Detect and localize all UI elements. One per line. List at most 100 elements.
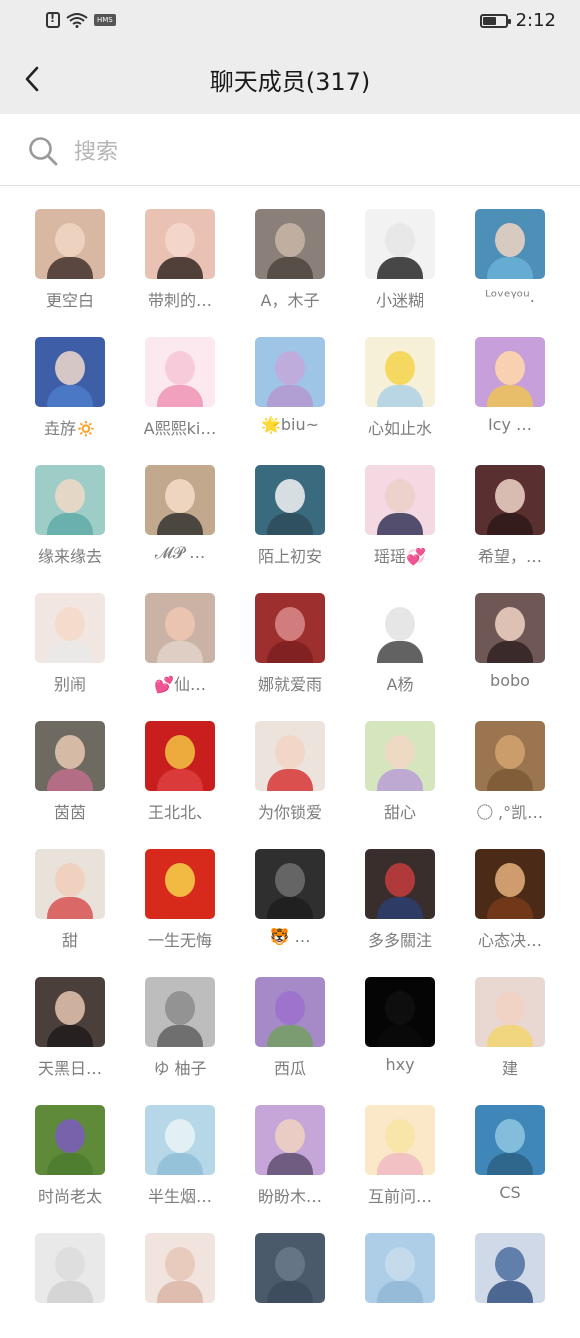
member-item[interactable]: 希望，… xyxy=(455,442,565,566)
avatar[interactable] xyxy=(35,849,105,919)
member-item[interactable]: 别闹 xyxy=(15,570,125,694)
avatar[interactable] xyxy=(35,977,105,1047)
member-item[interactable]: 瑶瑶💞 xyxy=(345,442,455,566)
search-input[interactable] xyxy=(72,134,556,170)
member-item[interactable]: 缘来缘去 xyxy=(15,442,125,566)
member-item[interactable]: 带刺的… xyxy=(125,186,235,310)
member-item[interactable]: 茵茵 xyxy=(15,698,125,822)
member-item[interactable]: 互前问… xyxy=(345,1082,455,1206)
member-item[interactable]: 🐯 … xyxy=(235,826,345,946)
avatar-figure xyxy=(267,1153,313,1175)
member-item[interactable]: 盼盼木… xyxy=(235,1082,345,1206)
avatar[interactable] xyxy=(145,593,215,663)
member-item[interactable]: 王北北、 xyxy=(125,698,235,822)
member-item[interactable]: 时尚老太 xyxy=(15,1082,125,1206)
member-item[interactable]: 心如止水 xyxy=(345,314,455,438)
avatar[interactable] xyxy=(475,1233,545,1303)
avatar-figure xyxy=(495,351,525,385)
member-item[interactable]: ゆ 柚子 xyxy=(125,954,235,1078)
member-item[interactable]: 娜就爱雨 xyxy=(235,570,345,694)
avatar[interactable] xyxy=(365,1233,435,1303)
avatar[interactable] xyxy=(255,465,325,535)
avatar[interactable] xyxy=(35,337,105,407)
avatar[interactable] xyxy=(365,977,435,1047)
member-item[interactable]: ᴸᵒᵛᵉᵞᵒᵘ. xyxy=(455,186,565,306)
avatar[interactable] xyxy=(35,465,105,535)
avatar[interactable] xyxy=(365,337,435,407)
avatar[interactable] xyxy=(145,977,215,1047)
avatar[interactable] xyxy=(255,209,325,279)
member-item[interactable] xyxy=(15,1210,125,1330)
avatar[interactable] xyxy=(145,721,215,791)
member-item[interactable]: 西瓜 xyxy=(235,954,345,1078)
avatar[interactable] xyxy=(35,593,105,663)
avatar[interactable] xyxy=(475,721,545,791)
member-item[interactable]: ◌⃝ ,°凯… xyxy=(455,698,565,822)
avatar[interactable] xyxy=(255,721,325,791)
avatar[interactable] xyxy=(255,593,325,663)
member-item[interactable]: A熙熙ki… xyxy=(125,314,235,438)
member-item[interactable]: A杨 xyxy=(345,570,455,694)
avatar[interactable] xyxy=(145,209,215,279)
member-item[interactable]: 💕仙… xyxy=(125,570,235,694)
avatar[interactable] xyxy=(145,465,215,535)
avatar[interactable] xyxy=(365,593,435,663)
avatar[interactable] xyxy=(255,337,325,407)
member-item[interactable]: 半生烟… xyxy=(125,1082,235,1206)
avatar[interactable] xyxy=(365,849,435,919)
member-item[interactable] xyxy=(455,1210,565,1330)
member-item[interactable]: hxy xyxy=(345,954,455,1074)
member-item[interactable]: CS xyxy=(455,1082,565,1202)
member-item[interactable]: 陌上初安 xyxy=(235,442,345,566)
avatar[interactable] xyxy=(365,209,435,279)
member-item[interactable]: 一生无悔 xyxy=(125,826,235,950)
member-item[interactable] xyxy=(345,1210,455,1330)
avatar[interactable] xyxy=(365,721,435,791)
avatar[interactable] xyxy=(365,465,435,535)
avatar[interactable] xyxy=(35,209,105,279)
member-item[interactable]: 天黑日… xyxy=(15,954,125,1078)
avatar[interactable] xyxy=(145,337,215,407)
member-item[interactable]: 🌟biu~ xyxy=(235,314,345,434)
avatar[interactable] xyxy=(475,209,545,279)
wifi-icon xyxy=(66,13,88,28)
member-item[interactable] xyxy=(235,1210,345,1330)
member-item[interactable]: 𝓜𝓟 … xyxy=(125,442,235,562)
avatar[interactable] xyxy=(255,1105,325,1175)
avatar[interactable] xyxy=(145,1105,215,1175)
member-item[interactable]: bobo xyxy=(455,570,565,690)
member-item[interactable]: 甜 xyxy=(15,826,125,950)
member-item[interactable]: 垚斿🔅 xyxy=(15,314,125,438)
member-item[interactable]: A，木子 xyxy=(235,186,345,310)
avatar[interactable] xyxy=(475,849,545,919)
member-item[interactable]: Icy … xyxy=(455,314,565,434)
member-item[interactable]: 建 xyxy=(455,954,565,1078)
avatar[interactable] xyxy=(35,1105,105,1175)
member-row: 甜 一生无悔 🐯 … 多多關注 心态决… xyxy=(0,826,580,954)
avatar-figure xyxy=(267,769,313,791)
avatar[interactable] xyxy=(255,1233,325,1303)
avatar[interactable] xyxy=(35,1233,105,1303)
member-item[interactable] xyxy=(125,1210,235,1330)
avatar[interactable] xyxy=(475,465,545,535)
avatar[interactable] xyxy=(365,1105,435,1175)
avatar[interactable] xyxy=(475,977,545,1047)
avatar[interactable] xyxy=(475,337,545,407)
member-item[interactable]: 为你锁爱 xyxy=(235,698,345,822)
avatar[interactable] xyxy=(255,849,325,919)
avatar[interactable] xyxy=(475,593,545,663)
avatar[interactable] xyxy=(145,849,215,919)
avatar[interactable] xyxy=(35,721,105,791)
avatar[interactable] xyxy=(145,1233,215,1303)
avatar-figure xyxy=(157,1281,203,1303)
chevron-left-icon[interactable] xyxy=(18,64,48,94)
sim-alert-icon xyxy=(46,12,60,28)
member-row: 时尚老太 半生烟… 盼盼木… 互前问… CS xyxy=(0,1082,580,1210)
member-item[interactable]: 更空白 xyxy=(15,186,125,310)
member-item[interactable]: 心态决… xyxy=(455,826,565,950)
member-item[interactable]: 甜心 xyxy=(345,698,455,822)
member-item[interactable]: 多多關注 xyxy=(345,826,455,950)
avatar[interactable] xyxy=(255,977,325,1047)
member-item[interactable]: 小迷糊 xyxy=(345,186,455,310)
avatar[interactable] xyxy=(475,1105,545,1175)
